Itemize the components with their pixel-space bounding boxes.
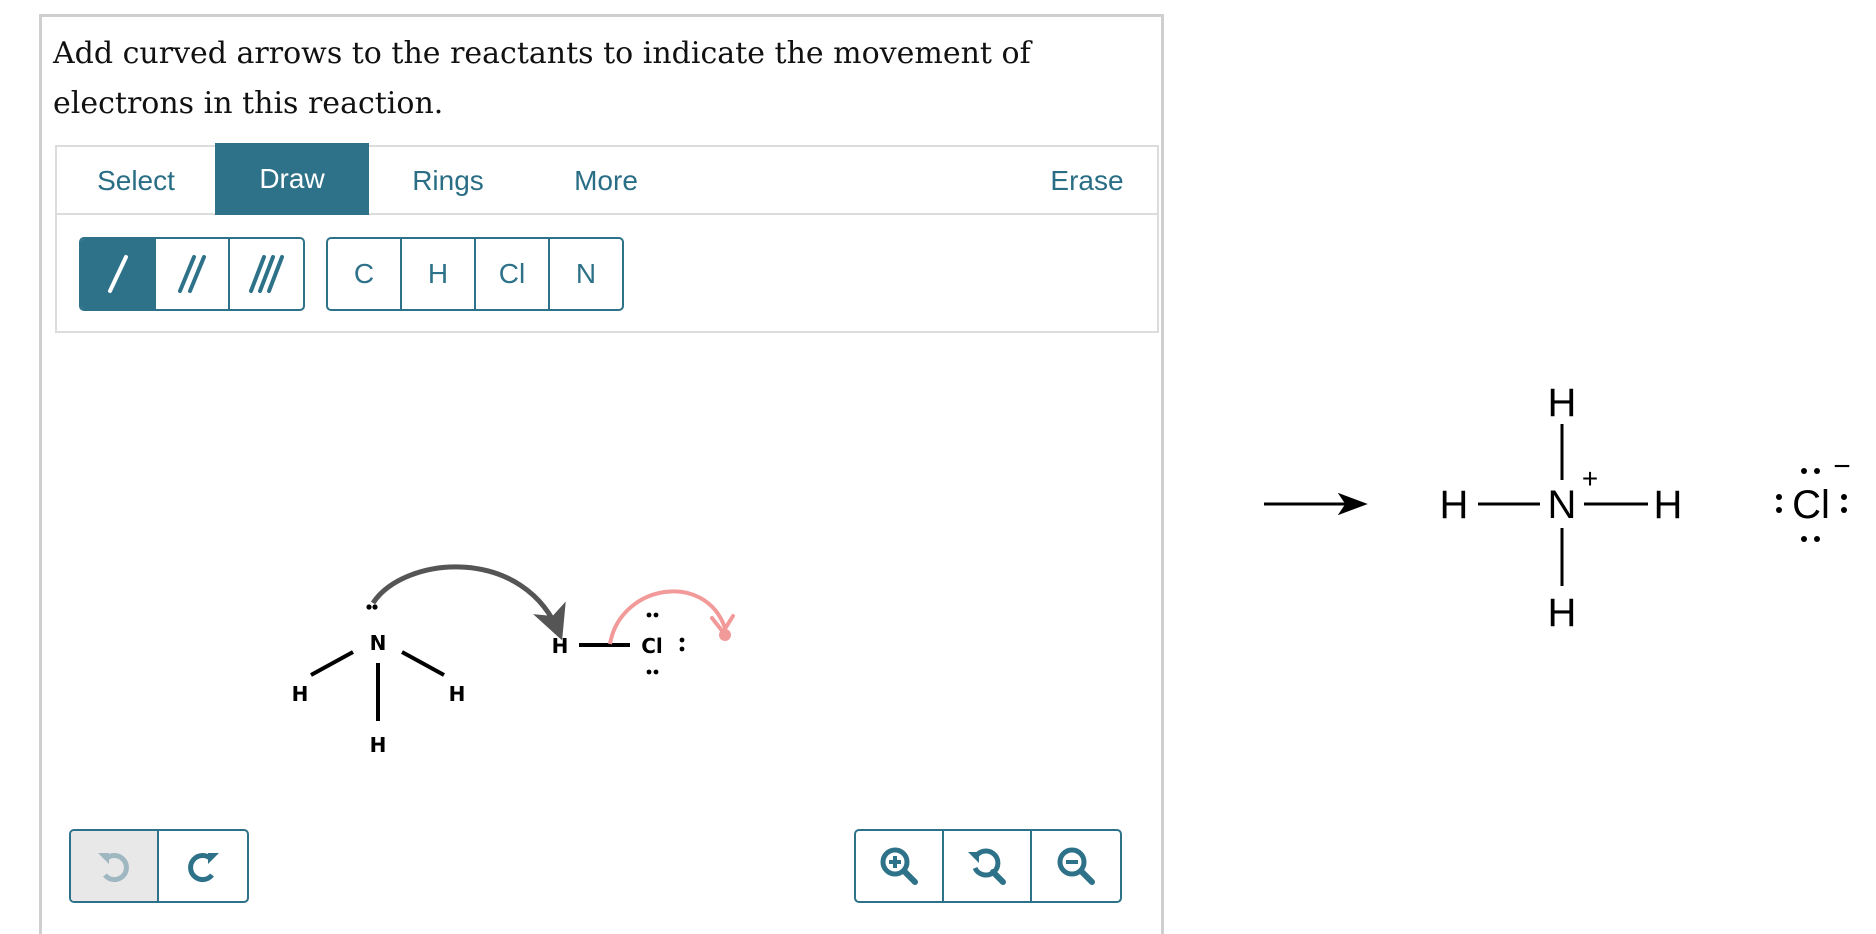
atom-n[interactable]: N — [370, 631, 387, 655]
double-bond-icon — [178, 255, 206, 293]
product-charge-plus: + — [1582, 463, 1598, 494]
double-bond-button[interactable] — [156, 239, 230, 309]
atom-n-button[interactable]: N — [550, 239, 622, 309]
atom-c-button[interactable]: C — [328, 239, 402, 309]
tab-erase[interactable]: Erase — [1017, 147, 1157, 215]
bond-n-h-left[interactable] — [310, 650, 354, 677]
single-bond-icon — [107, 255, 128, 293]
zoom-reset-icon — [968, 848, 1006, 885]
zoom-group — [854, 829, 1122, 903]
cl-lone-pair-dot — [679, 646, 685, 652]
atom-cl-button[interactable]: Cl — [476, 239, 550, 309]
chloride-lone-pair-dot — [1776, 494, 1782, 500]
single-bond-button[interactable] — [81, 239, 156, 309]
product-h-bottom: H — [1548, 591, 1577, 635]
tab-draw[interactable]: Draw — [215, 143, 369, 215]
bond-tool-group — [79, 237, 305, 311]
undo-button[interactable] — [71, 831, 159, 901]
zoom-in-icon — [880, 847, 918, 885]
ammonia-lone-pair-dot — [372, 604, 378, 610]
chloride-lone-pair-dot — [1801, 536, 1807, 542]
cl-lone-pair-dot — [646, 612, 652, 618]
redo-button[interactable] — [159, 831, 247, 901]
drawing-canvas[interactable]: N H H H H Cl — [55, 335, 1159, 815]
tab-more[interactable]: More — [527, 147, 685, 215]
cl-lone-pair-dot — [653, 669, 659, 675]
chloride-lone-pair-dot — [1841, 494, 1847, 500]
product-h-left: H — [1440, 483, 1469, 527]
redo-icon — [188, 853, 219, 883]
cl-lone-pair-dot — [653, 612, 659, 618]
question-prompt: Add curved arrows to the reactants to in… — [53, 36, 1031, 121]
chloride-lone-pair-dot — [1776, 507, 1782, 513]
chloride-lone-pair-dot — [1801, 468, 1807, 474]
product-cl: Cl — [1792, 483, 1830, 527]
tab-select[interactable]: Select — [57, 147, 215, 215]
reaction-product: H H N + H H Cl − — [1264, 381, 1851, 635]
history-group — [69, 829, 249, 903]
arrow-selection-handle[interactable] — [719, 629, 731, 641]
product-charge-minus: − — [1833, 450, 1851, 483]
product-n: N — [1548, 483, 1577, 527]
ammonia-lone-pair-dot — [366, 604, 372, 610]
triple-bond-icon — [248, 255, 284, 293]
curved-arrow-bond-to-cl[interactable] — [608, 589, 727, 645]
zoom-out-button[interactable] — [1032, 831, 1120, 901]
undo-icon — [98, 853, 129, 883]
atom-h-button[interactable]: H — [402, 239, 476, 309]
zoom-out-icon — [1057, 847, 1095, 885]
zoom-reset-button[interactable] — [944, 831, 1032, 901]
atom-h[interactable]: H — [552, 634, 569, 658]
atom-cl[interactable]: Cl — [641, 634, 663, 658]
draw-toolbar: C H Cl N — [55, 215, 1159, 333]
cl-lone-pair-dot — [646, 669, 652, 675]
question-panel: Add curved arrows to the reactants to in… — [39, 14, 1164, 934]
zoom-in-button[interactable] — [856, 831, 944, 901]
curved-arrow-lone-pair-to-h[interactable] — [370, 564, 566, 641]
cl-lone-pair-dot — [679, 637, 685, 643]
chloride-lone-pair-dot — [1814, 536, 1820, 542]
bond-n-h-right[interactable] — [401, 650, 445, 677]
tab-rings[interactable]: Rings — [369, 147, 527, 215]
product-h-right: H — [1654, 483, 1683, 527]
atom-h[interactable]: H — [292, 682, 309, 706]
chloride-lone-pair-dot — [1814, 468, 1820, 474]
chloride-lone-pair-dot — [1841, 507, 1847, 513]
atom-tool-group: C H Cl N — [326, 237, 624, 311]
atom-h[interactable]: H — [449, 682, 466, 706]
product-h-top: H — [1548, 381, 1577, 425]
editor-tabs: Select Draw Rings More Erase — [55, 143, 1159, 215]
atom-h[interactable]: H — [370, 733, 387, 757]
triple-bond-button[interactable] — [230, 239, 303, 309]
